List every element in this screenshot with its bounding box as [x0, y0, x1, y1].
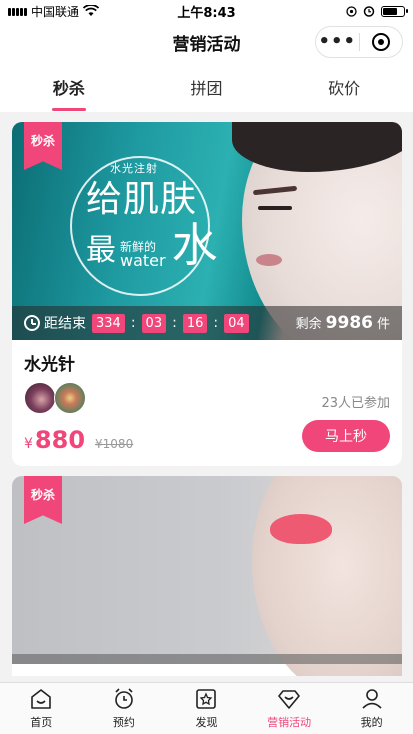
stock-unit: 件 — [376, 317, 390, 332]
product-title[interactable]: 水光针 — [24, 350, 390, 375]
avatar — [54, 382, 86, 414]
status-bar: 中国联通 上午8:43 — [0, 0, 413, 22]
countdown-days: 334 — [92, 313, 125, 333]
banner-ad-text: 水光注射 给肌肤 最 新鲜的 water 水 — [86, 160, 218, 272]
ad-shui: 水 — [171, 218, 218, 272]
product-info: 水光针 23人已参加 ¥ 880 ¥1080 马上秒 — [12, 340, 402, 466]
carrier-label: 中国联通 — [31, 4, 80, 19]
tabbar-label: 营销活动 — [267, 716, 312, 729]
home-icon — [31, 689, 52, 709]
stock-count: 9986 — [325, 313, 373, 333]
diamond-icon — [278, 690, 300, 709]
buy-now-button[interactable]: 马上秒 — [302, 420, 390, 452]
countdown-minutes: 16 — [182, 313, 208, 333]
countdown-colon: : — [213, 315, 219, 331]
tab-bargain[interactable]: 砍价 — [275, 62, 413, 112]
participants-count: 23人已参加 — [321, 396, 390, 411]
price-block: ¥ 880 ¥1080 — [24, 426, 133, 454]
countdown-bar: 距结束 334 : 03 : 16 : 04 剩余 9986 件 — [12, 306, 402, 340]
close-button[interactable] — [359, 33, 402, 51]
product-banner[interactable]: 秒杀 — [12, 476, 402, 676]
clock-icon — [24, 315, 40, 331]
user-icon — [362, 689, 382, 709]
seckill-badge: 秒杀 — [24, 122, 62, 170]
banner-lips-shape — [270, 514, 332, 544]
status-time: 上午8:43 — [177, 5, 236, 21]
tabbar-label: 预约 — [112, 716, 135, 729]
wifi-icon — [83, 5, 100, 16]
stock-prefix: 剩余 — [295, 317, 322, 332]
page-title: 营销活动 — [172, 34, 241, 55]
alarm-clock-icon — [115, 688, 133, 709]
participant-avatars — [24, 382, 86, 414]
battery-icon — [381, 5, 408, 17]
product-card[interactable]: 水光注射 给肌肤 最 新鲜的 water 水 秒杀 距结束 334 : 03:… — [12, 122, 402, 466]
banner-eye-shape — [258, 206, 292, 210]
countdown-seconds: 04 — [224, 313, 249, 333]
banner-lips-shape — [256, 254, 282, 266]
discover-icon — [196, 689, 217, 709]
tab-bar-top: 秒杀 拼团 砍价 — [0, 62, 413, 112]
signal-icon — [8, 7, 27, 16]
seckill-badge: 秒杀 — [24, 476, 62, 524]
original-price: ¥1080 — [95, 437, 134, 451]
tabbar-label: 发现 — [195, 716, 218, 729]
tabbar-label: 我的 — [360, 716, 383, 729]
ad-small-text: 水光注射 — [110, 162, 158, 175]
tabbar-item-marketing[interactable]: 营销活动 — [248, 683, 331, 734]
tabbar-item-booking[interactable]: 预约 — [83, 683, 166, 734]
countdown-colon: : — [172, 315, 177, 331]
ad-zui: 最 — [86, 233, 116, 268]
mini-program-capsule: ••• — [315, 26, 403, 58]
close-icon — [371, 33, 390, 51]
price-currency: ¥ — [24, 436, 33, 452]
more-icon[interactable]: ••• — [316, 27, 359, 57]
product-banner[interactable]: 水光注射 给肌肤 最 新鲜的 water 水 秒杀 距结束 334 : 03:… — [12, 122, 402, 340]
countdown-bar — [12, 654, 402, 664]
alarm-icon — [363, 6, 375, 17]
tab-seckill[interactable]: 秒杀 — [0, 62, 138, 112]
sale-price: 880 — [34, 426, 86, 454]
location-icon — [346, 5, 357, 17]
bottom-tab-bar: 首页 预约 发现 营销活动 我的 — [0, 682, 413, 734]
ad-subtext: 新鲜的 water — [120, 240, 166, 270]
tabbar-item-profile[interactable]: 我的 — [330, 683, 413, 734]
stock-remaining: 剩余 9986 件 — [296, 313, 390, 333]
ad-headline: 给肌肤 — [86, 179, 198, 220]
tab-group-buy[interactable]: 拼团 — [138, 62, 276, 112]
ad-headline-row2: 最 新鲜的 water 水 — [86, 218, 218, 272]
tabbar-label: 首页 — [30, 716, 53, 729]
tabbar-item-discover[interactable]: 发现 — [165, 683, 248, 734]
activity-list[interactable]: 水光注射 给肌肤 最 新鲜的 water 水 秒杀 距结束 334 : 03:… — [0, 112, 413, 682]
countdown-hours: 03 — [141, 313, 167, 333]
avatar — [24, 382, 56, 414]
ad-sub2: water — [120, 251, 166, 270]
countdown-label: 距结束 — [44, 316, 86, 332]
product-card[interactable]: 秒杀 — [12, 476, 402, 676]
countdown-colon: : — [130, 315, 136, 331]
tabbar-item-home[interactable]: 首页 — [0, 683, 83, 734]
navigation-bar: 营销活动 ••• — [0, 22, 413, 62]
banner-model-image — [252, 476, 402, 676]
